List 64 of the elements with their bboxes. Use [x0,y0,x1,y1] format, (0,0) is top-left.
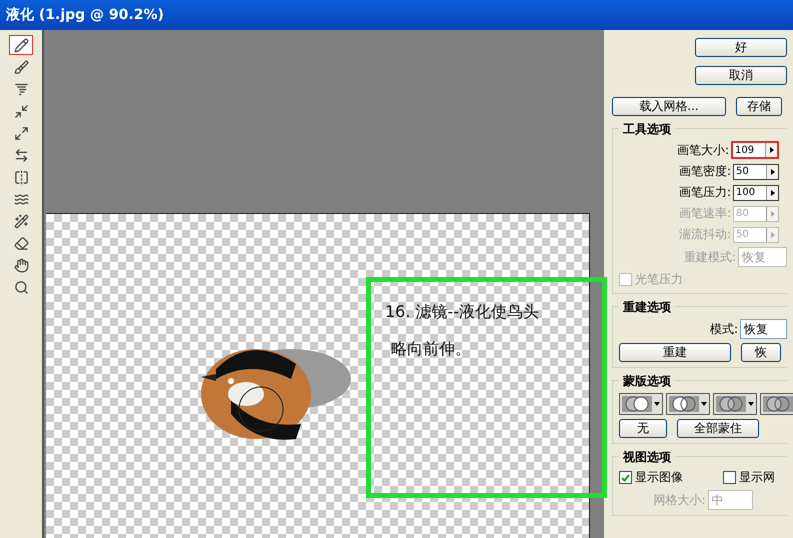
annotation-text: 16. 滤镜--液化使鸟头 [385,302,540,323]
wand-icon [14,214,28,228]
pencil-icon [14,38,28,52]
dialog-button[interactable]: 取消 [695,66,787,85]
arrows-icon [14,148,28,162]
triangle-icon [770,168,774,174]
mask-mode-button[interactable] [666,393,710,415]
checkbox[interactable] [619,471,632,484]
caret-icon [654,402,660,406]
caret-icon [748,402,754,406]
stepper-button[interactable] [766,186,778,200]
dialog-button[interactable]: 好 [695,38,787,57]
field-label: 湍流抖动: [678,226,731,243]
annotation-text: 略向前伸。 [390,339,472,360]
triangle-icon [770,147,774,153]
caret-icon [701,402,707,406]
tool-button[interactable] [9,35,33,55]
field-label: 重建模式: [684,248,736,266]
mask-mode-button[interactable] [760,393,793,415]
mesh-button[interactable]: 载入网格... [612,97,726,116]
field-label: 模式: [710,320,738,338]
group-title: 蒙版选项 [619,373,675,390]
brush-icon [14,60,28,74]
number-field[interactable]: 50 [733,164,779,180]
overlap-circles-icon [622,396,652,412]
zoom-icon [14,280,28,294]
field-label: 画笔密度: [678,163,731,180]
checkbox-label: 显示网 [739,469,775,486]
mask-mode-button[interactable] [713,393,757,415]
overlap-circles-icon [716,396,746,412]
overlap-circles-icon [669,396,699,412]
mirror-icon [14,170,28,184]
rebuild-button[interactable]: 恢 [741,343,781,362]
field-label: 画笔压力: [678,184,731,201]
group-title: 视图选项 [619,449,675,466]
stepper-button[interactable] [765,143,777,157]
checkbox-label: 显示图像 [635,469,683,486]
mesh-button[interactable]: 存储 [736,97,782,116]
rebuild-button[interactable]: 重建 [619,343,731,362]
field-label: 画笔大小: [676,142,729,158]
waves-icon [14,192,28,206]
number-field[interactable]: 100 [733,184,779,200]
overlap-circles-icon [763,396,793,412]
eraser-icon [14,236,28,250]
triangle-icon [770,210,774,216]
expand-icon [14,126,28,140]
checkbox-label: 光笔压力 [635,271,683,288]
checkmark-icon [621,474,630,482]
field-label: 画笔速率: [678,205,731,222]
checkbox[interactable] [723,471,736,484]
mask-button[interactable]: 无 [619,419,667,438]
number-field[interactable]: 109 [731,141,779,159]
shrink-icon [14,104,28,118]
stepper-button[interactable] [766,164,778,178]
mode-select[interactable]: 恢复 [740,319,787,339]
triangle-icon [770,232,774,238]
mask-mode-button[interactable] [619,393,663,415]
field-label: 网格大小: [653,492,706,508]
triangle-icon [770,190,774,196]
group-title: 重建选项 [619,299,675,316]
group-title: 工具选项 [619,121,675,138]
hand-icon [14,258,28,272]
window-title: 液化 (1.jpg @ 90.2%) [6,6,164,24]
mask-button[interactable]: 全部蒙住 [677,419,759,438]
